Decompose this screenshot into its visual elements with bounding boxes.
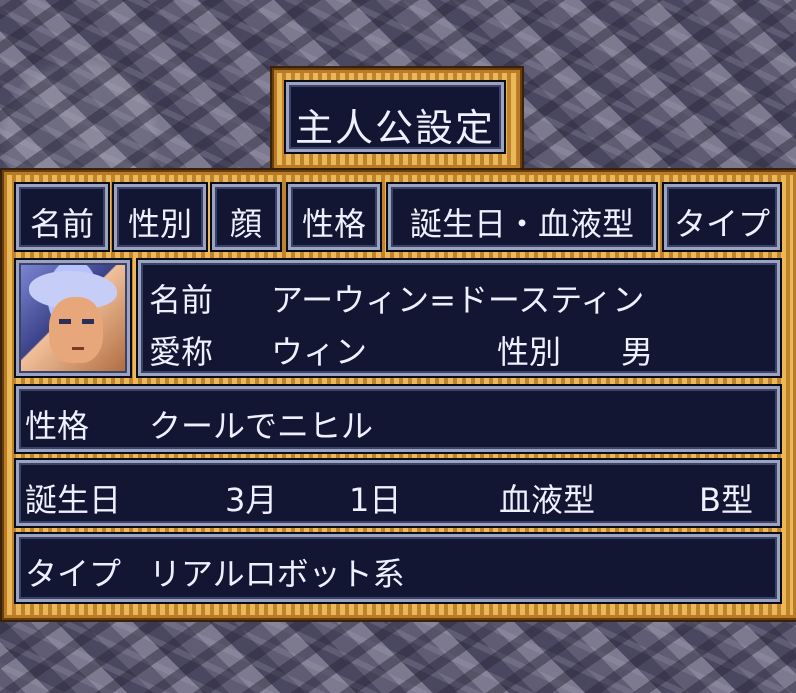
tab-label: 性格 — [301, 205, 366, 243]
tab-gender[interactable]: 性別 — [114, 184, 206, 250]
tab-name[interactable]: 名前 — [16, 184, 108, 250]
title-panel: 主人公設定 — [286, 82, 504, 152]
tab-label: タイプ — [673, 205, 770, 243]
birthday-day: 1日 — [349, 481, 402, 519]
nickname-label: 愛称 — [149, 333, 214, 371]
portrait-mouth — [72, 347, 84, 350]
birthday-label: 誕生日 — [25, 481, 122, 519]
tab-label: 誕生日・血液型 — [409, 205, 634, 243]
personality-label: 性格 — [25, 407, 90, 445]
profile-panel: 名前 アーウィン=ドースティン 愛称 ウィン 性別 男 — [138, 260, 780, 376]
tab-face[interactable]: 顔 — [212, 184, 280, 250]
tab-label: 顔 — [229, 205, 262, 243]
birthday-panel: 誕生日 3月 1日 血液型 B型 — [16, 460, 780, 526]
name-label: 名前 — [149, 281, 214, 319]
type-value: リアルロボット系 — [149, 555, 405, 593]
gender-value: 男 — [621, 333, 654, 371]
personality-value: クールでニヒル — [149, 407, 374, 445]
tab-type[interactable]: タイプ — [664, 184, 780, 250]
portrait-face — [49, 297, 103, 363]
type-panel: タイプ リアルロボット系 — [16, 534, 780, 602]
character-portrait — [16, 260, 130, 376]
blood-type-label: 血液型 — [499, 481, 596, 519]
personality-panel: 性格 クールでニヒル — [16, 386, 780, 452]
page-title: 主人公設定 — [294, 106, 495, 150]
blood-type-value: B型 — [699, 481, 753, 519]
type-label: タイプ — [25, 555, 122, 593]
tab-personality[interactable]: 性格 — [288, 184, 380, 250]
tab-label: 性別 — [127, 205, 192, 243]
portrait-eye — [82, 319, 94, 324]
tab-label: 名前 — [29, 205, 94, 243]
nickname-value: ウィン — [271, 333, 368, 371]
portrait-eye — [59, 319, 71, 324]
gender-label: 性別 — [497, 333, 562, 371]
birthday-month: 3月 — [225, 481, 278, 519]
name-value: アーウィン=ドースティン — [271, 281, 645, 319]
tab-birthday-blood[interactable]: 誕生日・血液型 — [388, 184, 656, 250]
